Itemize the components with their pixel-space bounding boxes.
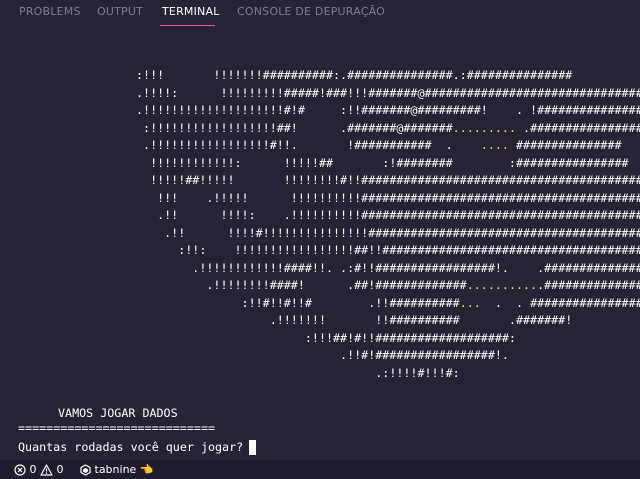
ascii-art-segment: .!!!!!!!!!!!!####!!. .:#!!##############… (136, 260, 640, 275)
ascii-art-segment: :!!: !!!!!!!!!!!!!!!!!##!!##############… (136, 243, 640, 257)
status-bar: 0 0 tabnine 👈 (0, 460, 640, 479)
ascii-art-line: .!!!!: !!!!!!!!!#####!###!!!#######@####… (136, 86, 640, 101)
ascii-art-line: :!!!!!!!!!!!!!!!!!!##! .#######@#######.… (136, 121, 640, 136)
ascii-art-line: .!! !!!!: .!!!!!!!!!!###################… (136, 208, 640, 223)
ascii-art-segment: !!!!!!!!!!!!: !!!!!## :!######## :######… (136, 155, 629, 170)
active-tab-indicator (160, 25, 215, 26)
tabnine-pointing-hand-icon: 👈 (139, 463, 154, 476)
ascii-art-segment: :!!! !!!!!!!##########:.###############.… (136, 68, 573, 82)
ascii-art-segment: !!! .!!!!! !!!!!!!!!!###################… (136, 190, 640, 205)
ascii-art-line: :!!#!!#!!# .!!##########... . . ########… (136, 296, 640, 311)
ascii-art-segment: .!!#!#################!. (136, 348, 509, 362)
ascii-art-segment: ############### (508, 138, 622, 152)
ascii-art-segment: . . ################## (480, 295, 640, 310)
ascii-art-segment: .!!!!!!!!!!!!!!!!!#!!. !########### . (136, 138, 481, 152)
ascii-art-highlight: ......... (452, 120, 516, 135)
ascii-art-highlight: .... (480, 138, 509, 152)
ascii-art-segment: .:!!!!#!!!#: (136, 365, 460, 380)
ascii-art-highlight: .......... (466, 278, 538, 292)
ascii-art-segment: .!!!!!!!!!!!!!!!!!!!!#!# :!!#######@####… (136, 103, 640, 117)
prompt-text: Quantas rodadas você quer jogar? (18, 440, 244, 454)
ascii-art-segment: .!!!!: !!!!!!!!!#####!###!!!#######@####… (136, 85, 640, 100)
ascii-art-segment: :!!!##!#!!###################: (136, 330, 516, 345)
problems-indicator[interactable]: 0 0 (14, 463, 64, 476)
terminal-cursor (249, 440, 257, 455)
ascii-art-line: .!!!!!!!!!!!!!!!!!#!!. !########### . ..… (136, 138, 622, 153)
ascii-art-highlight: ... (459, 295, 481, 310)
ascii-art-line: .!! !!!!#!!!!!!!!!!!!!!!################… (136, 226, 640, 241)
terminal-panel[interactable]: :!!! !!!!!!!##########:.###############.… (0, 30, 640, 460)
game-title: VAMOS JOGAR DADOS (58, 406, 178, 420)
tab-output[interactable]: OUTPUT (97, 5, 143, 18)
tabnine-label: tabnine (94, 463, 137, 476)
input-prompt[interactable]: Quantas rodadas você quer jogar? (18, 440, 257, 455)
ascii-art-line: .!!#!#################!. (136, 348, 509, 363)
warning-count: 0 (56, 463, 64, 476)
ascii-art-segment: :!!#!!#!!# .!!########## (136, 295, 460, 310)
ascii-art-segment: .################ (516, 120, 640, 135)
ascii-art-segment: .!! !!!!#!!!!!!!!!!!!!!!################… (136, 225, 640, 240)
tab-problems[interactable]: PROBLEMS (19, 5, 81, 18)
error-icon (14, 464, 26, 476)
ascii-art-line: !!! .!!!!! !!!!!!!!!!###################… (136, 191, 640, 206)
error-count: 0 (29, 463, 37, 476)
ascii-art-line: .!!!!!!!!!!!!!!!!!!!!#!# :!!#######@####… (136, 103, 640, 118)
tab-terminal[interactable]: TERMINAL (162, 5, 220, 18)
ascii-art-line: .:!!!!#!!!#: (136, 365, 460, 381)
ascii-art-segment: .!!!!!!! !!########## .#######! (136, 313, 573, 327)
tabnine-icon (80, 464, 91, 476)
separator-line: ============================ (18, 421, 216, 435)
ascii-art-segment: :!!!!!!!!!!!!!!!!!!##! .#######@####### (136, 120, 453, 135)
panel-tab-bar: PROBLEMS OUTPUT TERMINAL CONSOLE DE DEPU… (0, 0, 640, 30)
ascii-art-line: !!!!!##!!!!! !!!!!!!!#!!################… (136, 173, 640, 188)
ascii-art-line: .!!!!!!!!!!!!####!!. .:#!!##############… (136, 261, 640, 276)
ascii-art-segment: .################# (537, 278, 640, 292)
warning-icon (40, 464, 53, 476)
ascii-art-segment: !!!!!##!!!!! !!!!!!!!#!!################… (150, 173, 640, 187)
tab-debug-console[interactable]: CONSOLE DE DEPURAÇÃO (237, 5, 385, 18)
ascii-art-line: !!!!!!!!!!!!: !!!!!## :!######## :######… (136, 156, 629, 171)
ascii-art-line: :!!: !!!!!!!!!!!!!!!!!##!!##############… (136, 243, 640, 258)
ascii-art-line: .!!!!!!! !!########## .#######! (136, 313, 573, 328)
ascii-art-line: .!!!!!!!!####! .##!#############........… (136, 278, 640, 293)
ascii-art-line: :!!!##!#!!###################: (136, 331, 516, 346)
ascii-art-line: :!!! !!!!!!!##########:.###############.… (136, 68, 572, 83)
tabnine-status[interactable]: tabnine 👈 (80, 463, 154, 476)
ascii-art-segment: .!! !!!!: .!!!!!!!!!!###################… (136, 208, 640, 222)
ascii-art-segment: .!!!!!!!!####! .##!############# (136, 278, 467, 292)
